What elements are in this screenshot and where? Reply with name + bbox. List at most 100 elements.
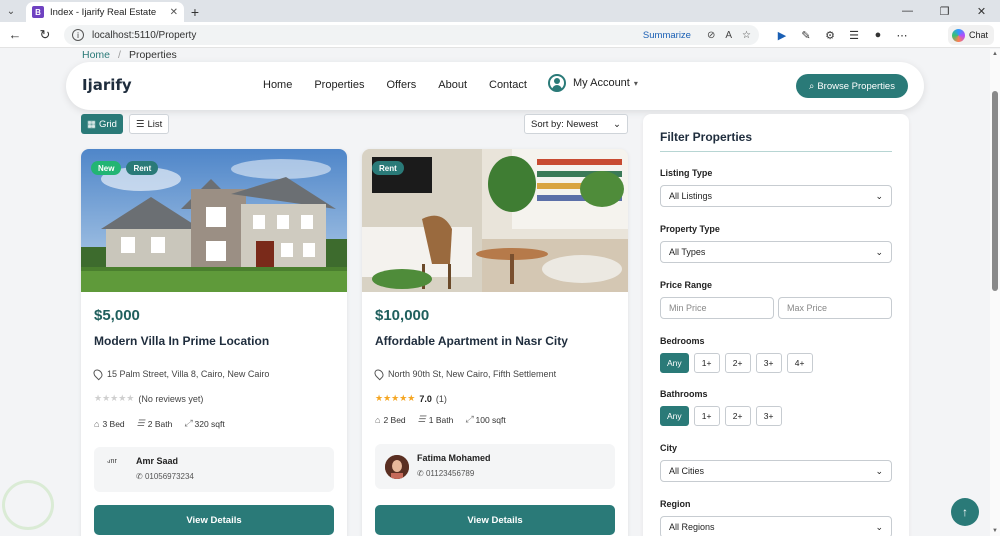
bathrooms-2plus[interactable]: 2+ (724, 406, 751, 426)
play-extension-icon[interactable]: ▶ (770, 29, 794, 42)
sort-select[interactable]: Sort by: Newest ⌄ (524, 114, 628, 134)
property-rating: ★★★★★ 7.0 (1) (375, 393, 447, 404)
area-text: 100 sqft (475, 414, 506, 425)
list-view-button[interactable]: ☰ List (128, 114, 170, 134)
browser-toolbar: ← ↻ i localhost:5110/Property Summarize … (0, 22, 1000, 48)
bedrooms-1plus[interactable]: 1+ (693, 353, 720, 373)
tracking-icon[interactable]: ⊘ (707, 30, 715, 41)
reload-icon[interactable]: ↻ (30, 27, 60, 43)
property-photo-villa[interactable]: New Rent (81, 149, 347, 292)
property-photo-apartment[interactable]: Rent (362, 149, 628, 292)
new-tab-icon[interactable]: + (184, 2, 206, 22)
summarize-link[interactable]: Summarize (643, 30, 691, 41)
chevron-down-icon: ⌄ (875, 190, 883, 201)
page-scrollbar[interactable]: ▲ ▼ (990, 49, 1000, 536)
agent-photo (385, 455, 409, 479)
breadcrumb-home[interactable]: Home (82, 49, 110, 61)
main-menu: Home Properties Offers About Contact (263, 79, 549, 91)
min-price-input[interactable]: Min Price (660, 297, 774, 319)
listing-type-value: All Listings (669, 191, 713, 201)
nav-home[interactable]: Home (263, 79, 292, 91)
chevron-down-icon: ▾ (633, 78, 638, 88)
chat-label: Chat (969, 30, 989, 40)
map-pin-icon (91, 367, 105, 381)
tab-title: Index - Ijarify Real Estate (50, 6, 157, 18)
breadcrumb-separator: / (118, 49, 121, 61)
bathrooms-label: Bathrooms (660, 389, 708, 399)
browser-tab[interactable]: B Index - Ijarify Real Estate ✕ (26, 2, 184, 22)
chevron-down-icon: ⌄ (875, 521, 883, 532)
brand-logo[interactable]: Ijarify (82, 76, 132, 94)
baths-feature: ☰ 1 Bath (418, 414, 454, 425)
new-badge: New (91, 161, 122, 175)
profile-icon[interactable]: ● (866, 29, 890, 41)
favorites-icon[interactable]: ☰ (842, 29, 866, 42)
region-select[interactable]: All Regions ⌄ (660, 516, 892, 536)
bedrooms-any[interactable]: Any (660, 353, 689, 373)
nav-contact[interactable]: Contact (489, 79, 527, 91)
property-address: North 90th St, New Cairo, Fifth Settleme… (372, 367, 557, 381)
back-to-top-button[interactable]: ↑ (951, 498, 979, 526)
city-select[interactable]: All Cities ⌄ (660, 460, 892, 482)
browse-properties-button[interactable]: ⌕ Browse Properties (796, 74, 908, 98)
scroll-up-icon[interactable]: ▲ (992, 51, 998, 57)
property-card[interactable]: Rent $10,000 Affordable Apartment in Nas… (362, 149, 628, 536)
view-details-button[interactable]: View Details (375, 505, 615, 535)
view-toggle: ▦ Grid ☰ List (81, 114, 170, 134)
minimize-icon[interactable]: — (889, 0, 926, 22)
rating-count: (1) (435, 393, 447, 404)
phone-icon: ✆ (417, 469, 426, 478)
beds-text: 3 Bed (102, 418, 125, 429)
bedrooms-4plus[interactable]: 4+ (786, 353, 813, 373)
browser-tabbar: ⌄ B Index - Ijarify Real Estate ✕ + — ❐ … (0, 0, 1000, 22)
badge-group: Rent (372, 161, 404, 175)
grid-view-button[interactable]: ▦ Grid (81, 114, 123, 134)
agent-phone: ✆ 01123456789 (417, 469, 474, 478)
puzzle-extension-icon[interactable]: ⚙ (818, 29, 842, 42)
tab-actions-icon[interactable]: ⌄ (0, 0, 22, 22)
city-value: All Cities (669, 466, 705, 476)
close-window-icon[interactable]: ✕ (963, 0, 1000, 22)
favorite-star-icon[interactable]: ☆ (742, 30, 751, 41)
close-tab-icon[interactable]: ✕ (170, 7, 178, 18)
max-price-input[interactable]: Max Price (778, 297, 892, 319)
restore-icon[interactable]: ❐ (926, 0, 963, 22)
bathrooms-1plus[interactable]: 1+ (693, 406, 720, 426)
property-title[interactable]: Affordable Apartment in Nasr City (375, 334, 568, 348)
star-rating-icon: ★★★★★ (375, 393, 416, 403)
area-feature: ⤢ 320 sqft (184, 418, 224, 429)
pen-extension-icon[interactable]: ✎ (794, 29, 818, 42)
divider (660, 151, 892, 152)
scroll-thumb[interactable] (992, 91, 998, 291)
agent-name: Amr Saad (136, 456, 179, 466)
agent-box: Fatima Mohamed ✆ 01123456789 (375, 444, 615, 489)
property-card[interactable]: New Rent $5,000 Modern Villa In Prime Lo… (81, 149, 347, 536)
bedrooms-3plus[interactable]: 3+ (755, 353, 782, 373)
back-icon[interactable]: ← (0, 27, 30, 42)
site-info-icon[interactable]: i (72, 29, 84, 41)
nav-properties[interactable]: Properties (314, 79, 364, 91)
list-icon: ☰ (135, 118, 145, 130)
bathrooms-any[interactable]: Any (660, 406, 689, 426)
address-text: North 90th St, New Cairo, Fifth Settleme… (388, 369, 557, 379)
my-account-dropdown[interactable]: My Account ▾ (548, 74, 638, 92)
agent-box: Amr Amr Saad ✆ 01056973234 (94, 447, 334, 492)
bathrooms-3plus[interactable]: 3+ (755, 406, 782, 426)
view-details-button[interactable]: View Details (94, 505, 334, 535)
read-aloud-icon[interactable]: A (725, 30, 732, 41)
more-menu-icon[interactable]: ⋯ (890, 29, 914, 42)
address-bar[interactable]: i localhost:5110/Property Summarize ⊘ A … (64, 25, 759, 45)
property-type-select[interactable]: All Types ⌄ (660, 241, 892, 263)
agent-phone-text: 01123456789 (425, 469, 475, 478)
nav-about[interactable]: About (438, 79, 467, 91)
copilot-chat-button[interactable]: Chat (948, 25, 994, 45)
chevron-down-icon: ⌄ (613, 118, 621, 130)
bedrooms-2plus[interactable]: 2+ (724, 353, 751, 373)
nav-offers[interactable]: Offers (386, 79, 416, 91)
beds-feature: ⌂ 2 Bed (375, 414, 406, 425)
agent-phone: ✆ 01056973234 (136, 472, 194, 481)
property-title[interactable]: Modern Villa In Prime Location (94, 334, 269, 348)
scroll-down-icon[interactable]: ▼ (992, 528, 998, 534)
listing-type-select[interactable]: All Listings ⌄ (660, 185, 892, 207)
url-text[interactable]: localhost:5110/Property (92, 30, 643, 41)
